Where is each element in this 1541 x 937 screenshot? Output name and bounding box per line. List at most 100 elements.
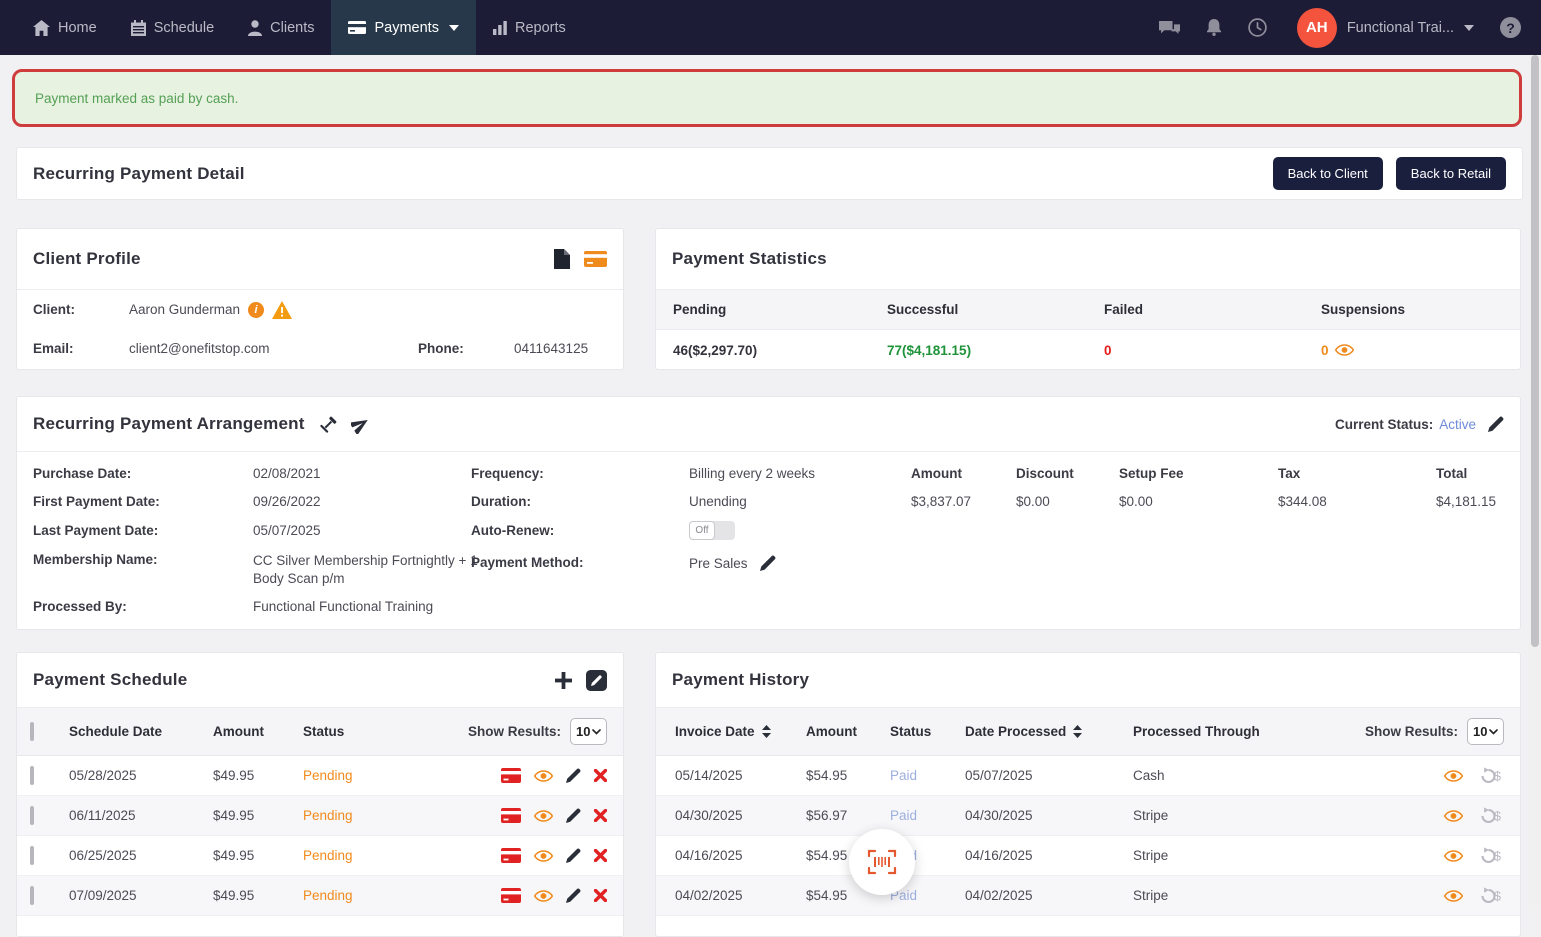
eye-icon[interactable] (534, 890, 553, 902)
schedule-date: 05/28/2025 (69, 768, 213, 783)
refund-icon[interactable]: $ (1475, 847, 1502, 864)
edit-icon[interactable] (566, 808, 581, 823)
totals-header: Setup Fee (1119, 466, 1184, 481)
charge-card-icon[interactable] (501, 848, 521, 863)
stats-col-pending: Pending (673, 302, 887, 317)
barcode-scan-button[interactable] (849, 829, 915, 895)
edit-icon[interactable] (566, 768, 581, 783)
eye-icon[interactable] (1444, 770, 1463, 782)
refund-icon[interactable]: $ (1475, 807, 1502, 824)
delete-icon[interactable] (594, 809, 607, 822)
col-schedule-date: Schedule Date (69, 724, 213, 739)
history-row: 04/30/2025 $56.97 Paid 04/30/2025 Stripe… (656, 796, 1520, 836)
user-menu[interactable]: Functional Trai... (1347, 20, 1474, 36)
auto-renew-toggle[interactable]: Off (689, 521, 735, 540)
send-icon[interactable] (351, 415, 370, 434)
field-label: Membership Name: (33, 552, 158, 567)
totals-value: $344.08 (1278, 494, 1327, 509)
history-status: Paid (890, 768, 965, 783)
nav-label: Reports (515, 20, 566, 36)
charge-card-icon[interactable] (501, 888, 521, 903)
payment-statistics-title: Payment Statistics (672, 249, 827, 269)
gavel-icon[interactable] (319, 415, 338, 434)
nav-label: Schedule (154, 20, 214, 36)
row-checkbox[interactable] (30, 766, 34, 785)
detail-header-card: Recurring Payment Detail Back to Client … (16, 147, 1523, 200)
svg-text:$: $ (1494, 890, 1501, 904)
sort-icon[interactable] (762, 725, 771, 738)
nav-label: Clients (270, 20, 314, 36)
nav-item-clients[interactable]: Clients (231, 0, 331, 55)
page-title: Recurring Payment Detail (33, 164, 245, 184)
eye-icon[interactable] (1444, 890, 1463, 902)
edit-payment-method-icon[interactable] (760, 555, 776, 571)
nav-item-schedule[interactable]: Schedule (114, 0, 231, 55)
alert-message: Payment marked as paid by cash. (35, 91, 238, 106)
nav-item-payments[interactable]: Payments (331, 0, 475, 55)
charge-card-icon[interactable] (501, 768, 521, 783)
chat-icon[interactable] (1159, 20, 1180, 36)
nav-label: Home (58, 20, 97, 36)
date-processed: 04/16/2025 (965, 848, 1133, 863)
stats-col-successful: Successful (887, 302, 1104, 317)
bell-icon[interactable] (1206, 19, 1222, 36)
refund-icon[interactable]: $ (1475, 767, 1502, 784)
charge-card-icon[interactable] (501, 808, 521, 823)
sort-icon[interactable] (1073, 725, 1082, 738)
warning-icon[interactable] (272, 301, 292, 319)
current-status-value[interactable]: Active (1439, 417, 1476, 432)
nav-item-reports[interactable]: Reports (476, 0, 583, 55)
add-icon[interactable] (555, 672, 572, 689)
vertical-scrollbar[interactable] (1529, 55, 1541, 911)
history-row: 04/02/2025 $54.95 Paid 04/02/2025 Stripe… (656, 876, 1520, 916)
show-results-select[interactable]: 10 (570, 718, 607, 745)
show-results-select[interactable]: 10 (1467, 718, 1504, 745)
delete-icon[interactable] (594, 849, 607, 862)
schedule-table-header: Schedule Date Amount Status Show Results… (17, 708, 623, 756)
row-checkbox[interactable] (30, 806, 34, 825)
back-to-client-button[interactable]: Back to Client (1273, 157, 1383, 190)
field-value: CC Silver Membership Fortnightly + 1 Bod… (253, 552, 483, 588)
eye-icon[interactable] (1444, 850, 1463, 862)
edit-square-icon[interactable] (586, 670, 607, 691)
col-date-processed: Date Processed (965, 724, 1066, 739)
eye-icon[interactable] (534, 810, 553, 822)
delete-icon[interactable] (594, 889, 607, 902)
select-all-checkbox[interactable] (30, 722, 34, 741)
toggle-off-label: Off (689, 521, 715, 540)
back-to-retail-button[interactable]: Back to Retail (1396, 157, 1506, 190)
edit-status-icon[interactable] (1488, 416, 1504, 432)
eye-icon[interactable] (1444, 810, 1463, 822)
info-icon[interactable]: i (248, 302, 264, 318)
row-checkbox[interactable] (30, 886, 34, 905)
payment-card-icon[interactable] (584, 251, 607, 267)
col-invoice-date: Invoice Date (675, 724, 755, 739)
client-profile-title: Client Profile (33, 249, 141, 269)
schedule-row: 05/28/2025 $49.95 Pending (17, 756, 623, 796)
col-amount: Amount (806, 724, 890, 739)
history-row: 05/14/2025 $54.95 Paid 05/07/2025 Cash $ (656, 756, 1520, 796)
payment-history-card: Payment History Invoice Date Amount Stat… (655, 652, 1521, 937)
field-label: Payment Method: (471, 555, 584, 570)
eye-icon[interactable] (534, 850, 553, 862)
invoice-date: 04/16/2025 (656, 848, 806, 863)
clock-icon[interactable] (1248, 18, 1267, 37)
nav-item-home[interactable]: Home (16, 0, 114, 55)
row-checkbox[interactable] (30, 846, 34, 865)
field-value: Unending (689, 494, 747, 509)
schedule-amount: $49.95 (213, 808, 303, 823)
avatar[interactable]: AH (1297, 8, 1337, 48)
edit-icon[interactable] (566, 888, 581, 903)
barcode-icon (865, 847, 899, 877)
eye-icon[interactable] (1335, 344, 1354, 356)
help-icon[interactable]: ? (1500, 17, 1521, 38)
scrollbar-thumb[interactable] (1531, 55, 1539, 647)
refund-icon[interactable]: $ (1475, 887, 1502, 904)
history-row: 04/16/2025 $54.95 Paid 04/16/2025 Stripe… (656, 836, 1520, 876)
edit-icon[interactable] (566, 848, 581, 863)
document-icon[interactable] (554, 249, 570, 269)
schedule-amount: $49.95 (213, 888, 303, 903)
invoice-date: 05/14/2025 (656, 768, 806, 783)
delete-icon[interactable] (594, 769, 607, 782)
eye-icon[interactable] (534, 770, 553, 782)
